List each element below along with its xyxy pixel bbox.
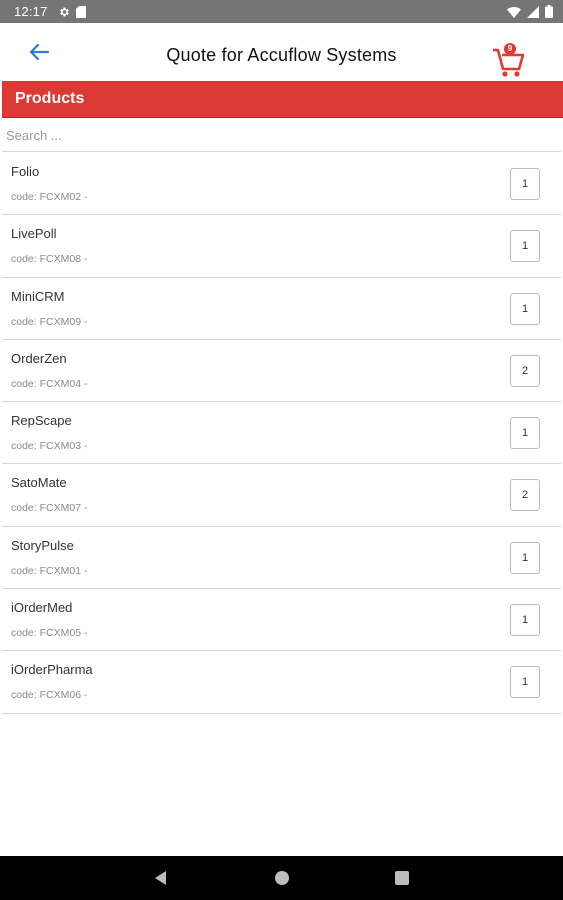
- app-bar: Quote for Accuflow Systems 9: [0, 23, 563, 81]
- nav-recents-button[interactable]: [392, 868, 412, 888]
- product-name: OrderZen: [11, 350, 67, 366]
- quantity-field[interactable]: 2: [510, 354, 540, 387]
- cart-badge: 9: [504, 43, 516, 55]
- quantity-field[interactable]: 1: [510, 230, 540, 263]
- nav-back-button[interactable]: [151, 868, 171, 888]
- quantity-field[interactable]: 1: [510, 604, 540, 637]
- quantity-field[interactable]: 1: [510, 417, 540, 450]
- section-title: Products: [15, 90, 85, 107]
- product-code: code: FCXM05 -: [11, 627, 88, 640]
- product-code: code: FCXM06 -: [11, 689, 88, 702]
- quantity-field[interactable]: 1: [510, 541, 540, 574]
- product-code: code: FCXM02 -: [11, 191, 88, 203]
- page-title: Quote for Accuflow Systems: [166, 45, 397, 65]
- product-name: MiniCRM: [11, 288, 65, 304]
- product-code: code: FCXM03 -: [11, 440, 88, 453]
- list-item[interactable]: OrderZen code: FCXM04 - 2: [2, 340, 561, 403]
- nav-back-icon: [155, 871, 166, 885]
- list-item[interactable]: StoryPulse code: FCXM01 - 1: [2, 527, 561, 590]
- list-item[interactable]: iOrderMed code: FCXM05 - 1: [2, 589, 561, 652]
- product-name: LivePoll: [11, 226, 57, 242]
- nav-home-icon: [275, 871, 289, 885]
- list-item[interactable]: Folio code: FCXM02 - 1: [2, 153, 561, 216]
- product-code: code: FCXM04 -: [11, 377, 88, 390]
- list-item[interactable]: SatoMate code: FCXM07 - 2: [2, 464, 561, 527]
- product-name: iOrderPharma: [11, 662, 93, 678]
- product-name: StoryPulse: [11, 537, 74, 553]
- battery-icon: [545, 5, 553, 18]
- system-nav-bar: [0, 856, 563, 900]
- cart-button[interactable]: 9: [491, 40, 527, 80]
- settings-icon: [58, 6, 70, 18]
- product-code: code: FCXM09 -: [11, 315, 88, 328]
- product-name: RepScape: [11, 413, 72, 429]
- quantity-field[interactable]: 1: [510, 292, 540, 325]
- quantity-field[interactable]: 1: [510, 168, 540, 200]
- product-list: Folio code: FCXM02 - 1 LivePoll code: FC…: [2, 153, 561, 714]
- wifi-icon: [507, 6, 521, 18]
- product-name: Folio: [11, 164, 40, 179]
- signal-icon: [527, 5, 539, 18]
- list-item[interactable]: MiniCRM code: FCXM09 - 1: [2, 278, 561, 340]
- sd-card-icon: [75, 5, 86, 18]
- status-bar: 12:17: [0, 0, 563, 23]
- nav-recents-icon: [395, 871, 409, 885]
- list-item[interactable]: RepScape code: FCXM03 - 1: [2, 402, 561, 465]
- quantity-field[interactable]: 1: [510, 666, 540, 699]
- products-header: Products: [2, 81, 563, 118]
- nav-home-button[interactable]: [272, 868, 292, 888]
- search-input[interactable]: [2, 119, 561, 152]
- product-code: code: FCXM01 -: [11, 564, 88, 577]
- product-code: code: FCXM07 -: [11, 502, 88, 515]
- status-right: [507, 5, 553, 18]
- quantity-field[interactable]: 2: [510, 479, 540, 512]
- product-code: code: FCXM08 -: [11, 253, 88, 266]
- product-name: SatoMate: [11, 475, 67, 491]
- status-time: 12:17: [14, 4, 48, 19]
- list-item[interactable]: iOrderPharma code: FCXM06 - 1: [2, 651, 561, 714]
- list-item[interactable]: LivePoll code: FCXM08 - 1: [2, 215, 561, 278]
- product-name: iOrderMed: [11, 600, 73, 616]
